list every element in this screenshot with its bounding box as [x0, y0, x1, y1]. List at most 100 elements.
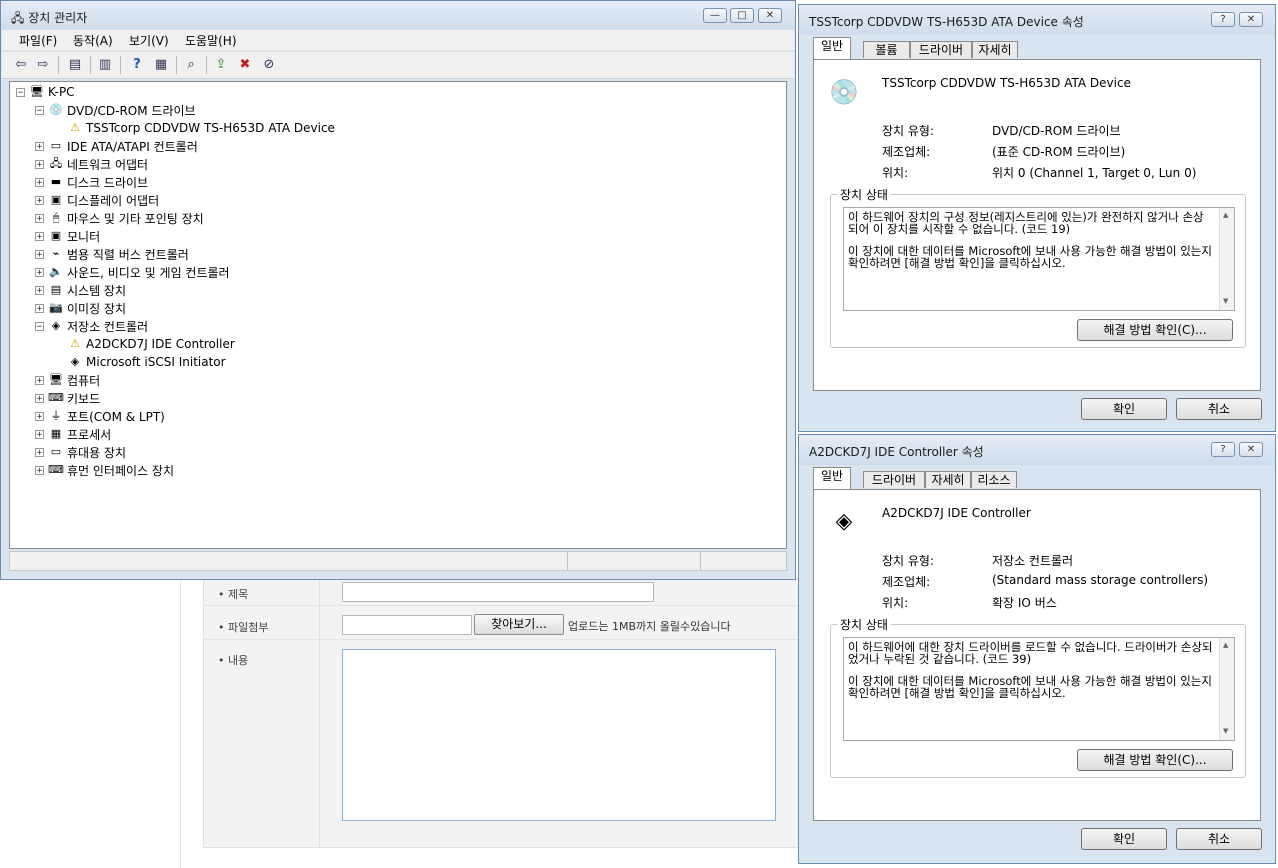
- scroll-down-icon[interactable]: ▼: [1223, 727, 1228, 735]
- minimize-button[interactable]: —: [703, 8, 727, 23]
- tree-item[interactable]: ⚠ A2DCKD7J IDE Controller: [54, 335, 235, 353]
- expand-icon[interactable]: +: [35, 465, 44, 475]
- collapse-icon[interactable]: −: [35, 105, 44, 115]
- collapse-icon[interactable]: −: [16, 87, 25, 97]
- tab-details[interactable]: 자세히: [972, 41, 1018, 58]
- tree-item[interactable]: + 🖥 컴퓨터: [35, 371, 100, 389]
- tree-item[interactable]: + 📷 이미징 장치: [35, 299, 126, 317]
- tree-item[interactable]: + ▭ 휴대용 장치: [35, 443, 126, 461]
- imaging-device-icon: 📷: [49, 301, 63, 314]
- maximize-button[interactable]: □: [730, 8, 754, 23]
- device-status-text[interactable]: 이 하드웨어에 대한 장치 드라이버를 로드할 수 없습니다. 드라이버가 손상…: [843, 637, 1235, 741]
- tree-item[interactable]: + 🖱 마우스 및 기타 포인팅 장치: [35, 209, 204, 227]
- scan-hardware-icon[interactable]: ⌕: [182, 56, 200, 74]
- ok-button[interactable]: 확인: [1081, 828, 1167, 850]
- expand-icon[interactable]: +: [35, 249, 44, 259]
- expand-icon[interactable]: +: [35, 195, 44, 205]
- disable-device-icon[interactable]: ⊘: [260, 56, 278, 74]
- location-label: 위치:: [882, 166, 909, 180]
- tree-item[interactable]: − 💿 DVD/CD-ROM 드라이브: [35, 101, 196, 119]
- show-hide-console-tree-icon[interactable]: ▤: [66, 56, 84, 74]
- expand-icon[interactable]: +: [35, 267, 44, 277]
- expand-icon[interactable]: +: [35, 447, 44, 457]
- dialog-close-button[interactable]: ✕: [1239, 12, 1263, 27]
- dialog-help-button[interactable]: ?: [1211, 12, 1235, 27]
- tab-general[interactable]: 일반: [813, 37, 851, 59]
- system-device-icon: ▤: [50, 283, 62, 296]
- subject-input[interactable]: [342, 582, 654, 602]
- expand-icon[interactable]: +: [35, 285, 44, 295]
- expand-icon[interactable]: +: [35, 213, 44, 223]
- uninstall-icon[interactable]: ✖: [236, 56, 254, 74]
- status-scrollbar[interactable]: ▲ ▼: [1219, 208, 1234, 310]
- tab-volume[interactable]: 볼륨: [863, 41, 910, 58]
- check-solution-button[interactable]: 해결 방법 확인(C)...: [1077, 749, 1233, 771]
- tree-item[interactable]: + ▣ 디스플레이 어댑터: [35, 191, 159, 209]
- expand-icon[interactable]: +: [35, 303, 44, 313]
- action-pane-icon[interactable]: ▦: [152, 56, 170, 74]
- menu-view[interactable]: 보기(V): [129, 32, 169, 49]
- dialog-help-button[interactable]: ?: [1211, 442, 1235, 457]
- back-icon[interactable]: ⇦: [12, 56, 30, 74]
- collapse-icon[interactable]: −: [35, 321, 44, 331]
- scroll-up-icon[interactable]: ▲: [1223, 211, 1228, 219]
- tree-item[interactable]: ◈ Microsoft iSCSI Initiator: [54, 353, 226, 371]
- browse-button[interactable]: 찾아보기...: [474, 614, 564, 635]
- ok-button[interactable]: 확인: [1081, 398, 1167, 420]
- tree-item[interactable]: + ⌨ 휴먼 인터페이스 장치: [35, 461, 174, 479]
- attach-file-input[interactable]: [342, 615, 472, 635]
- device-status-text[interactable]: 이 하드웨어 장치의 구성 정보(레지스트리에 있는)가 완전하지 않거나 손상…: [843, 207, 1235, 311]
- expand-icon[interactable]: +: [35, 375, 44, 385]
- menu-file[interactable]: 파일(F): [19, 32, 57, 49]
- tree-item[interactable]: + ▣ 모니터: [35, 227, 100, 245]
- close-button[interactable]: ✕: [758, 8, 782, 23]
- expand-icon[interactable]: +: [35, 177, 44, 187]
- cancel-button[interactable]: 취소: [1176, 398, 1262, 420]
- expand-icon[interactable]: +: [35, 393, 44, 403]
- tab-driver[interactable]: 드라이버: [910, 41, 972, 58]
- ide-dialog-titlebar[interactable]: A2DCKD7J IDE Controller 속성 ? ✕: [799, 435, 1275, 465]
- tree-item[interactable]: + ⌁ 범용 직렬 버스 컨트롤러: [35, 245, 189, 263]
- properties-icon[interactable]: ▥: [96, 56, 114, 74]
- general-tab-panel: 💿 TSSTcorp CDDVDW TS-H653D ATA Device 장치…: [813, 59, 1261, 391]
- status-bar: [9, 551, 787, 571]
- device-manager-titlebar[interactable]: 🖧 장치 관리자 — □ ✕: [1, 1, 795, 31]
- check-solution-button[interactable]: 해결 방법 확인(C)...: [1077, 319, 1233, 341]
- scroll-up-icon[interactable]: ▲: [1223, 641, 1228, 649]
- tree-item[interactable]: + ▬ 디스크 드라이브: [35, 173, 148, 191]
- device-status-title: 장치 상태: [837, 186, 891, 203]
- expand-icon[interactable]: +: [35, 411, 44, 421]
- tree-item[interactable]: + ▤ 시스템 장치: [35, 281, 126, 299]
- tree-item[interactable]: + ⌨ 키보드: [35, 389, 100, 407]
- tree-item[interactable]: − 🖥 K-PC: [16, 83, 75, 101]
- expand-icon[interactable]: +: [35, 429, 44, 439]
- tree-item[interactable]: − ◈ 저장소 컨트롤러: [35, 317, 148, 335]
- tree-item[interactable]: + ▭ IDE ATA/ATAPI 컨트롤러: [35, 137, 198, 155]
- tab-driver[interactable]: 드라이버: [863, 471, 925, 488]
- expand-icon[interactable]: +: [35, 141, 44, 151]
- tree-item[interactable]: + 🔈 사운드, 비디오 및 게임 컨트롤러: [35, 263, 230, 281]
- expand-icon[interactable]: +: [35, 159, 44, 169]
- tab-details[interactable]: 자세히: [925, 471, 971, 488]
- dialog-close-button[interactable]: ✕: [1239, 442, 1263, 457]
- help-icon[interactable]: ?: [128, 56, 146, 74]
- menu-help[interactable]: 도움말(H): [185, 32, 237, 49]
- device-type-value: 저장소 컨트롤러: [992, 554, 1074, 568]
- status-scrollbar[interactable]: ▲ ▼: [1219, 638, 1234, 740]
- expand-icon[interactable]: +: [35, 231, 44, 241]
- tree-item[interactable]: + 🖧 네트워크 어댑터: [35, 155, 148, 173]
- computer-icon: 🖥: [30, 85, 44, 98]
- tree-item[interactable]: ⚠ TSSTcorp CDDVDW TS-H653D ATA Device: [54, 119, 335, 137]
- upload-note: 업로드는 1MB까지 올릴수있습니다: [568, 620, 731, 633]
- menu-action[interactable]: 동작(A): [73, 32, 113, 49]
- forward-icon[interactable]: ⇨: [34, 56, 52, 74]
- scroll-down-icon[interactable]: ▼: [1223, 297, 1228, 305]
- cdrom-dialog-titlebar[interactable]: TSSTcorp CDDVDW TS-H653D ATA Device 속성 ?…: [799, 5, 1275, 35]
- content-textarea[interactable]: [342, 649, 776, 821]
- tree-item[interactable]: + ▦ 프로세서: [35, 425, 111, 443]
- cancel-button[interactable]: 취소: [1176, 828, 1262, 850]
- tab-general[interactable]: 일반: [813, 467, 851, 489]
- update-driver-icon[interactable]: ⇪: [212, 56, 230, 74]
- tree-item[interactable]: + ⏚ 포트(COM & LPT): [35, 407, 165, 425]
- tab-resources[interactable]: 리소스: [971, 471, 1017, 488]
